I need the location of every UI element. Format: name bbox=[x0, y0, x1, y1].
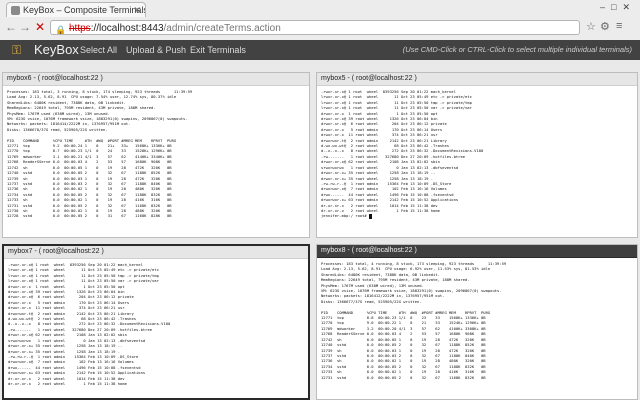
terminal-output[interactable]: -rwxr-xr-x@ 1 root wheel 8393256 Sep 20 … bbox=[317, 86, 637, 222]
terminal-line: 12728 sshd 0.0 00:00.05 2 0 31 67 1168K … bbox=[7, 213, 172, 219]
favicon-icon bbox=[11, 6, 20, 15]
terminal-line: jennifer-mbp:/ root# bbox=[321, 213, 633, 219]
url-host: ://localhost:8443 bbox=[90, 23, 164, 34]
terminal-cursor bbox=[369, 213, 373, 219]
insecure-lock-icon: 🔒 bbox=[55, 25, 67, 35]
browser-tab[interactable]: KeyBox – Composite Terminals ✕ bbox=[6, 2, 146, 17]
terminal-output[interactable]: Processes: 183 total, 3 running, 8 stuck… bbox=[3, 86, 309, 222]
terminal-pane-mybox6[interactable]: mybox6 - ( root@localhost:22 ) Processes… bbox=[2, 72, 310, 238]
close-window-icon[interactable]: ✕ bbox=[622, 2, 636, 12]
terminal-output[interactable]: Processes: 183 total, 4 running, 8 stuck… bbox=[317, 258, 637, 383]
brand-name: KeyBox bbox=[34, 42, 79, 57]
forward-icon[interactable]: → bbox=[18, 20, 32, 34]
terminal-pane-mybox5[interactable]: mybox5 - ( root@localhost:22 ) -rwxr-xr-… bbox=[316, 72, 638, 238]
terminal-title: mybox5 - ( root@localhost:22 ) bbox=[317, 73, 637, 86]
url-protocol: https bbox=[69, 23, 91, 34]
stop-icon[interactable]: ✕ bbox=[33, 20, 47, 34]
terminal-title: mybox6 - ( root@localhost:22 ) bbox=[3, 73, 309, 86]
terminal-line: 12731 sshd 0.0 00:00.05 2 0 32 67 1168K … bbox=[321, 374, 486, 380]
terminal-pane-mybox7[interactable]: mybox7 - ( root@localhost:22 ) -rwxr-xr-… bbox=[2, 244, 310, 400]
close-tab-icon[interactable]: ✕ bbox=[133, 3, 141, 17]
window-controls: –□✕ bbox=[600, 2, 636, 13]
maximize-icon[interactable]: □ bbox=[611, 2, 622, 12]
tab-strip: KeyBox – Composite Terminals ✕ –□✕ bbox=[0, 0, 640, 17]
upload-push-button[interactable]: Upload & Push bbox=[126, 44, 186, 56]
browser-toolbar: ← → ✕ 🔒 https://localhost:8443/admin/crea… bbox=[0, 17, 640, 39]
select-all-button[interactable]: Select All bbox=[80, 44, 117, 56]
terminal-title: mybox8 - ( root@localhost:22 ) bbox=[317, 245, 637, 258]
selection-hint: (Use CMD-Click or CTRL-Click to select m… bbox=[402, 45, 632, 54]
tab-title: KeyBox – Composite Terminals bbox=[23, 5, 146, 15]
terminal-pane-mybox8[interactable]: mybox8 - ( root@localhost:22 ) Processes… bbox=[316, 244, 638, 400]
app-header: ⚿ KeyBox Select All Upload & Push Exit T… bbox=[0, 40, 640, 60]
minimize-icon[interactable]: – bbox=[600, 2, 611, 12]
exit-terminals-button[interactable]: Exit Terminals bbox=[190, 44, 246, 56]
browser-chrome: KeyBox – Composite Terminals ✕ –□✕ ← → ✕… bbox=[0, 0, 640, 41]
url-path: /admin/createTerms.action bbox=[163, 23, 281, 34]
back-icon[interactable]: ← bbox=[4, 20, 18, 34]
terminal-title: mybox7 - ( root@localhost:22 ) bbox=[4, 246, 308, 259]
terminal-line: dr-xr-xr-x 2 root wheel 1 Feb 15 11:38 h… bbox=[8, 380, 127, 386]
terminal-output[interactable]: -rwxr-xr-x@ 1 root wheel 8393256 Sep 20 … bbox=[4, 259, 308, 389]
key-icon: ⚿ bbox=[12, 43, 22, 57]
bookmark-star-icon[interactable]: ☆ bbox=[586, 20, 596, 33]
menu-icon[interactable]: ≡ bbox=[616, 20, 622, 32]
address-bar[interactable]: 🔒 https://localhost:8443/admin/createTerm… bbox=[50, 20, 580, 35]
settings-icon[interactable]: ⚙ bbox=[600, 20, 610, 33]
